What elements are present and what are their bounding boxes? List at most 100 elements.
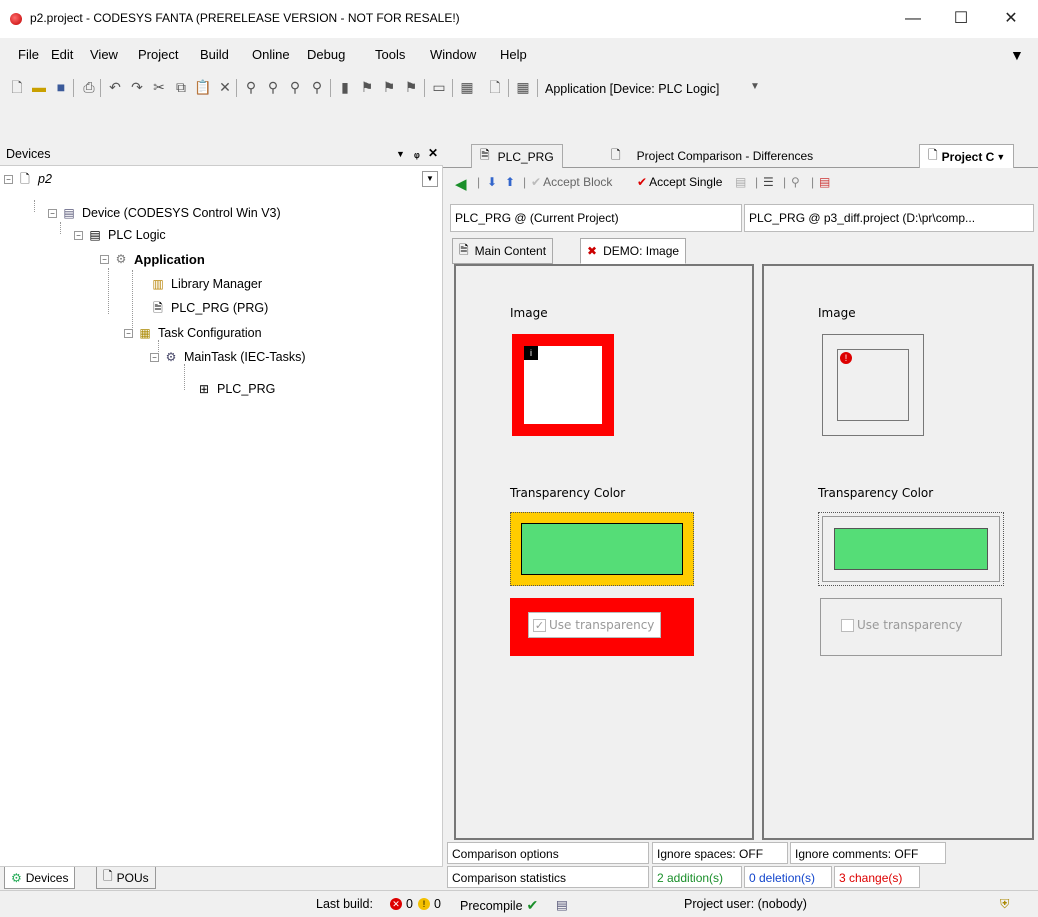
paste-icon[interactable]: 📋 (194, 78, 212, 96)
cut-icon[interactable]: ✂ (150, 78, 168, 96)
tree-item-application[interactable]: − ⚙ Application (100, 248, 205, 270)
tree-item-maintask[interactable]: − ⚙ MainTask (IEC-Tasks) (150, 346, 306, 368)
tree-item-plc-prg[interactable]: 🗎 PLC_PRG (PRG) (150, 297, 268, 319)
menu-file[interactable]: File (18, 47, 39, 62)
collapse-icon[interactable]: − (150, 352, 159, 362)
minimize-button[interactable]: — (898, 6, 928, 32)
tab-project-c[interactable]: 🗋 Project C ▼ (919, 144, 1015, 168)
left-compare-panel: Image i Transparency Color ✓ Use transpa… (454, 264, 754, 840)
program-call-icon: ⊞ (198, 382, 210, 396)
menu-help[interactable]: Help (500, 47, 527, 62)
new-folder-icon[interactable]: 🗋 (486, 78, 504, 96)
undo-icon[interactable]: ↶ (106, 78, 124, 96)
collapse-icon[interactable]: − (124, 328, 133, 338)
image-preview[interactable]: ! (822, 334, 924, 436)
accept-single-label: Accept Single (649, 175, 723, 189)
collapse-icon[interactable]: − (48, 208, 57, 218)
project-icon: 🗋 (20, 172, 30, 186)
tab-devices[interactable]: ⚙ Devices (4, 867, 76, 889)
delete-icon[interactable]: ✕ (216, 78, 234, 96)
tree-item-task-config[interactable]: − ▦ Task Configuration (124, 322, 262, 344)
subtab-demo-image[interactable]: ✖ DEMO: Image (580, 238, 687, 264)
unified-view-icon[interactable]: ▤ (819, 175, 830, 189)
chevron-down-icon[interactable]: ▼ (996, 152, 1005, 162)
tab-pous[interactable]: 🗋 POUs (96, 867, 156, 889)
pin-icon[interactable]: ᵩ (414, 146, 420, 160)
add-object-icon[interactable]: ▦ (458, 78, 476, 96)
bookmark-prev-icon[interactable]: ⚑ (380, 78, 398, 96)
chevron-down-icon[interactable]: ▼ (746, 78, 764, 96)
bookmark-next-icon[interactable]: ⚑ (358, 78, 376, 96)
find-next-icon[interactable]: ⚲ (286, 78, 304, 96)
menu-window[interactable]: Window (430, 47, 476, 62)
dropdown-icon[interactable]: ▼ (396, 149, 405, 159)
precompile-status[interactable]: Precompile ✔ (460, 897, 538, 914)
subtab-main-content[interactable]: 🗎 Main Content (452, 238, 554, 264)
new-project-icon[interactable]: 🗋 (8, 78, 26, 96)
back-icon[interactable]: ◀ (455, 175, 467, 193)
transparency-color-box-changed[interactable] (510, 512, 694, 586)
tree-root-label: p2 (38, 172, 52, 186)
use-transparency-checkbox[interactable]: Use transparency (837, 613, 968, 637)
application-selector[interactable]: Application [Device: PLC Logic] (545, 78, 719, 100)
copy-icon[interactable]: ⧉ (172, 78, 190, 96)
use-transparency-checkbox[interactable]: ✓ Use transparency (528, 612, 662, 638)
open-project-icon[interactable]: ▬ (30, 78, 48, 96)
tree-dropdown-button[interactable]: ▼ (422, 171, 438, 187)
next-difference-icon[interactable]: ⬇ (487, 175, 497, 189)
filter-icon[interactable]: ▼ (1010, 47, 1024, 63)
tab-plc-prg[interactable]: 🗎 PLC_PRG (471, 144, 563, 168)
menu-view[interactable]: View (90, 47, 118, 62)
checkbox-empty-icon (841, 619, 854, 632)
find-previous-icon[interactable]: ⚲ (308, 78, 326, 96)
save-icon[interactable]: ■ (52, 78, 70, 96)
tree-item-plc-logic[interactable]: − ▤ PLC Logic (74, 224, 166, 246)
collapse-icon[interactable]: − (74, 230, 83, 240)
accept-single-button[interactable]: ✔ Accept Single (637, 175, 722, 189)
tab-project-comparison[interactable]: 🗋 Project Comparison - Differences (603, 144, 821, 168)
print-icon[interactable]: ⎙ (80, 78, 98, 96)
tree-item-library-manager[interactable]: ▥ Library Manager (150, 273, 262, 295)
deletions-count: 0 deletion(s) (744, 866, 832, 888)
collapse-icon[interactable]: − (4, 174, 13, 184)
window-icon[interactable]: ▭ (430, 78, 448, 96)
error-icon: ✕ (390, 898, 402, 910)
tree-root-row[interactable]: − 🗋 p2 ▼ (0, 168, 443, 190)
menu-tools[interactable]: Tools (375, 47, 405, 62)
maximize-button[interactable]: ☐ (946, 6, 976, 32)
close-button[interactable]: ✕ (996, 6, 1026, 32)
build-errors[interactable]: ✕ 0 (390, 897, 413, 911)
ignore-comments-toggle[interactable]: Ignore comments: OFF (790, 842, 946, 864)
transparency-color-box[interactable] (818, 512, 1004, 586)
ignore-spaces-toggle[interactable]: Ignore spaces: OFF (652, 842, 788, 864)
bookmark-clear-icon[interactable]: ⚑ (402, 78, 420, 96)
redo-icon[interactable]: ↷ (128, 78, 146, 96)
menu-project[interactable]: Project (138, 47, 178, 62)
accept-block-button[interactable]: ✔ Accept Block (531, 175, 612, 189)
left-path: PLC_PRG @ (Current Project) (450, 204, 742, 232)
shield-icon[interactable]: ⛨ (1000, 897, 1009, 912)
search-icon[interactable]: ⚲ (791, 175, 800, 189)
build-warnings[interactable]: ! 0 (418, 897, 441, 911)
device-status-icon[interactable]: ▤ (556, 897, 568, 912)
find-icon[interactable]: ⚲ (242, 78, 260, 96)
menu-bar: File Edit View Project Build Online Debu… (0, 44, 1038, 68)
tree-item-task-plc-prg[interactable]: ⊞ PLC_PRG (196, 378, 275, 400)
bookmark-icon[interactable]: ▮ (336, 78, 354, 96)
transparency-color-label: Transparency Color (818, 486, 934, 500)
tree-item-device[interactable]: − ▤ Device (CODESYS Control Win V3) (48, 202, 281, 224)
menu-edit[interactable]: Edit (51, 47, 73, 62)
replace-icon[interactable]: ⚲ (264, 78, 282, 96)
toggle-icon[interactable]: ☰ (763, 175, 774, 189)
menu-online[interactable]: Online (252, 47, 290, 62)
accept-all-icon[interactable]: ▤ (735, 175, 746, 189)
collapse-icon[interactable]: − (100, 254, 109, 264)
close-pane-icon[interactable]: ✕ (428, 146, 438, 160)
project-user: Project user: (nobody) (684, 897, 807, 911)
calendar-icon[interactable]: ▦ (514, 78, 532, 96)
previous-difference-icon[interactable]: ⬆ (505, 175, 515, 189)
menu-build[interactable]: Build (200, 47, 229, 62)
title-bar: p2.project - CODESYS FANTA (PRERELEASE V… (0, 0, 1038, 38)
menu-debug[interactable]: Debug (307, 47, 345, 62)
image-preview-changed[interactable]: i (512, 334, 614, 436)
